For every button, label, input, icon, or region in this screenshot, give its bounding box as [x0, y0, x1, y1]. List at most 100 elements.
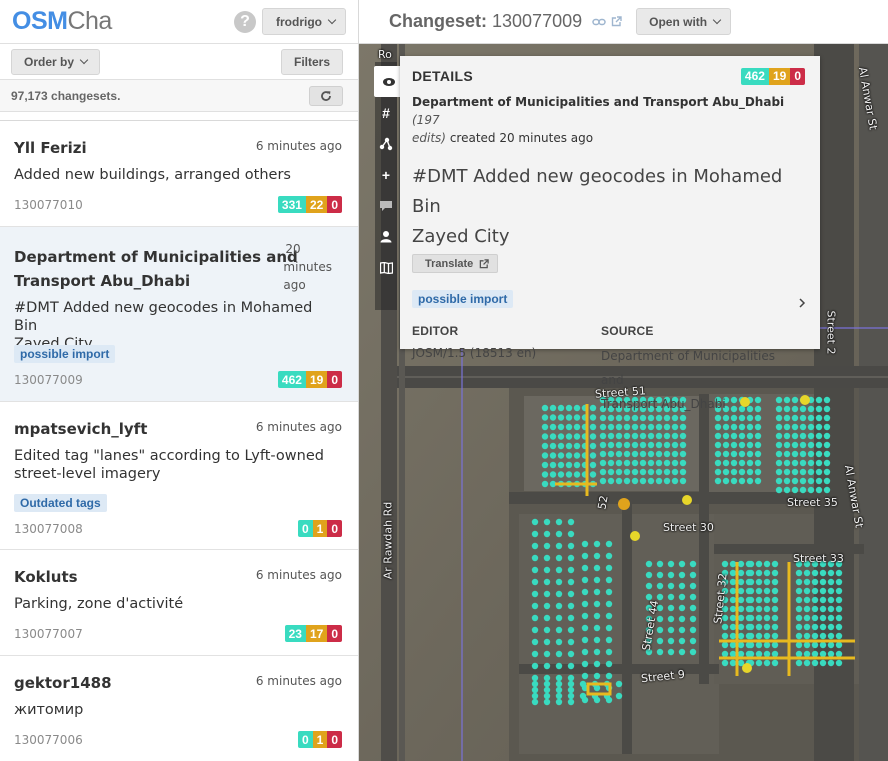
source-value: Department of Municipalities and Transpor…: [601, 344, 791, 416]
added-node: [737, 560, 745, 568]
tags-tab[interactable]: #: [375, 97, 397, 128]
added-node: [729, 632, 737, 640]
added-node: [835, 650, 843, 658]
link-icon[interactable]: [592, 17, 606, 27]
user-menu-button[interactable]: frodrigo: [262, 8, 346, 35]
added-node: [730, 423, 738, 431]
added-node: [679, 441, 687, 449]
changeset-card-selected[interactable]: Department of Municipalities and Transpor…: [0, 227, 358, 402]
user-tab[interactable]: [375, 221, 397, 252]
added-node: [819, 632, 827, 640]
external-link-icon: [480, 258, 490, 268]
open-with-button[interactable]: Open with: [636, 8, 732, 35]
changeset-title-label: Changeset:: [389, 11, 488, 31]
added-node: [729, 596, 737, 604]
added-node: [581, 564, 589, 572]
added-node: [567, 686, 575, 694]
added-node: [807, 423, 815, 431]
chevron-right-icon[interactable]: [798, 298, 806, 308]
added-node: [607, 441, 615, 449]
added-node: [593, 636, 601, 644]
added-node: [714, 450, 722, 458]
added-node: [730, 432, 738, 440]
changeset-card[interactable]: Yll Ferizi 6 minutes ago Added new build…: [0, 121, 358, 227]
added-node: [639, 468, 647, 476]
added-node: [737, 578, 745, 586]
added-node: [549, 442, 557, 450]
added-node: [754, 423, 762, 431]
modified-node: [682, 495, 692, 505]
added-node: [667, 604, 675, 612]
added-node: [531, 542, 539, 550]
features-tab[interactable]: [375, 128, 397, 159]
changeset-card[interactable]: Kokluts 6 minutes ago Parking, zone d'ac…: [0, 550, 358, 656]
added-node: [623, 423, 631, 431]
added-node: [747, 632, 755, 640]
refresh-button[interactable]: [309, 85, 343, 106]
added-node: [737, 605, 745, 613]
added-node: [689, 637, 697, 645]
added-node: [667, 593, 675, 601]
filters-button[interactable]: Filters: [280, 48, 343, 75]
added-node: [555, 650, 563, 658]
added-node: [795, 623, 803, 631]
osmcha-logo[interactable]: OSMCha: [12, 7, 112, 36]
added-node: [771, 560, 779, 568]
added-node: [531, 638, 539, 646]
added-node: [811, 659, 819, 667]
added-node: [656, 648, 664, 656]
added-node: [531, 692, 539, 700]
added-node: [775, 423, 783, 431]
added-node: [599, 477, 607, 485]
added-node: [581, 576, 589, 584]
order-by-button[interactable]: Order by: [11, 48, 101, 75]
change-counts: 010: [297, 520, 342, 537]
added-node: [714, 432, 722, 440]
added-node: [754, 477, 762, 485]
added-node: [755, 623, 763, 631]
added-node: [655, 423, 663, 431]
added-node: [589, 433, 597, 440]
modified-node: [618, 498, 630, 510]
possible-import-tag: possible import: [412, 290, 514, 308]
added-node: [663, 468, 671, 476]
added-node: [679, 450, 687, 458]
help-icon[interactable]: ?: [234, 10, 256, 33]
external-link-icon[interactable]: [611, 16, 622, 27]
added-node: [775, 432, 783, 440]
add-tab[interactable]: +: [375, 159, 397, 190]
added-node: [543, 680, 551, 688]
added-node: [783, 432, 791, 440]
changeset-user: Kokluts: [14, 568, 78, 586]
discussions-tab[interactable]: [375, 190, 397, 221]
added-node: [729, 650, 737, 658]
added-node: [721, 641, 729, 649]
added-node: [803, 578, 811, 586]
added-node: [573, 433, 581, 440]
filter-bar: Order by Filters: [0, 44, 358, 80]
added-node: [543, 638, 551, 646]
added-node: [799, 432, 807, 440]
added-node: [729, 623, 737, 631]
added-node: [799, 477, 807, 485]
added-node: [754, 441, 762, 449]
street: [622, 504, 632, 754]
added-node: [803, 596, 811, 604]
added-node: [795, 650, 803, 658]
added-node: [791, 441, 799, 449]
map-icon: [379, 261, 393, 274]
added-node: [581, 552, 589, 560]
changeset-card[interactable]: mpatsevich_lyft 6 minutes ago Edited tag…: [0, 402, 358, 550]
changeset-card[interactable]: gektor1488 6 minutes ago житомир 1300770…: [0, 656, 358, 761]
changeset-count-bar: 97,173 changesets.: [0, 80, 358, 112]
details-user[interactable]: Department of Municipalities and Transpo…: [412, 95, 784, 109]
deleted-count: 0: [327, 520, 342, 537]
added-node: [763, 632, 771, 640]
map-tab[interactable]: [375, 252, 397, 283]
added-node: [730, 477, 738, 485]
added-node: [799, 441, 807, 449]
added-node: [823, 477, 831, 485]
added-node: [819, 614, 827, 622]
translate-button[interactable]: Translate: [412, 254, 499, 273]
source-label: SOURCE: [601, 324, 654, 338]
